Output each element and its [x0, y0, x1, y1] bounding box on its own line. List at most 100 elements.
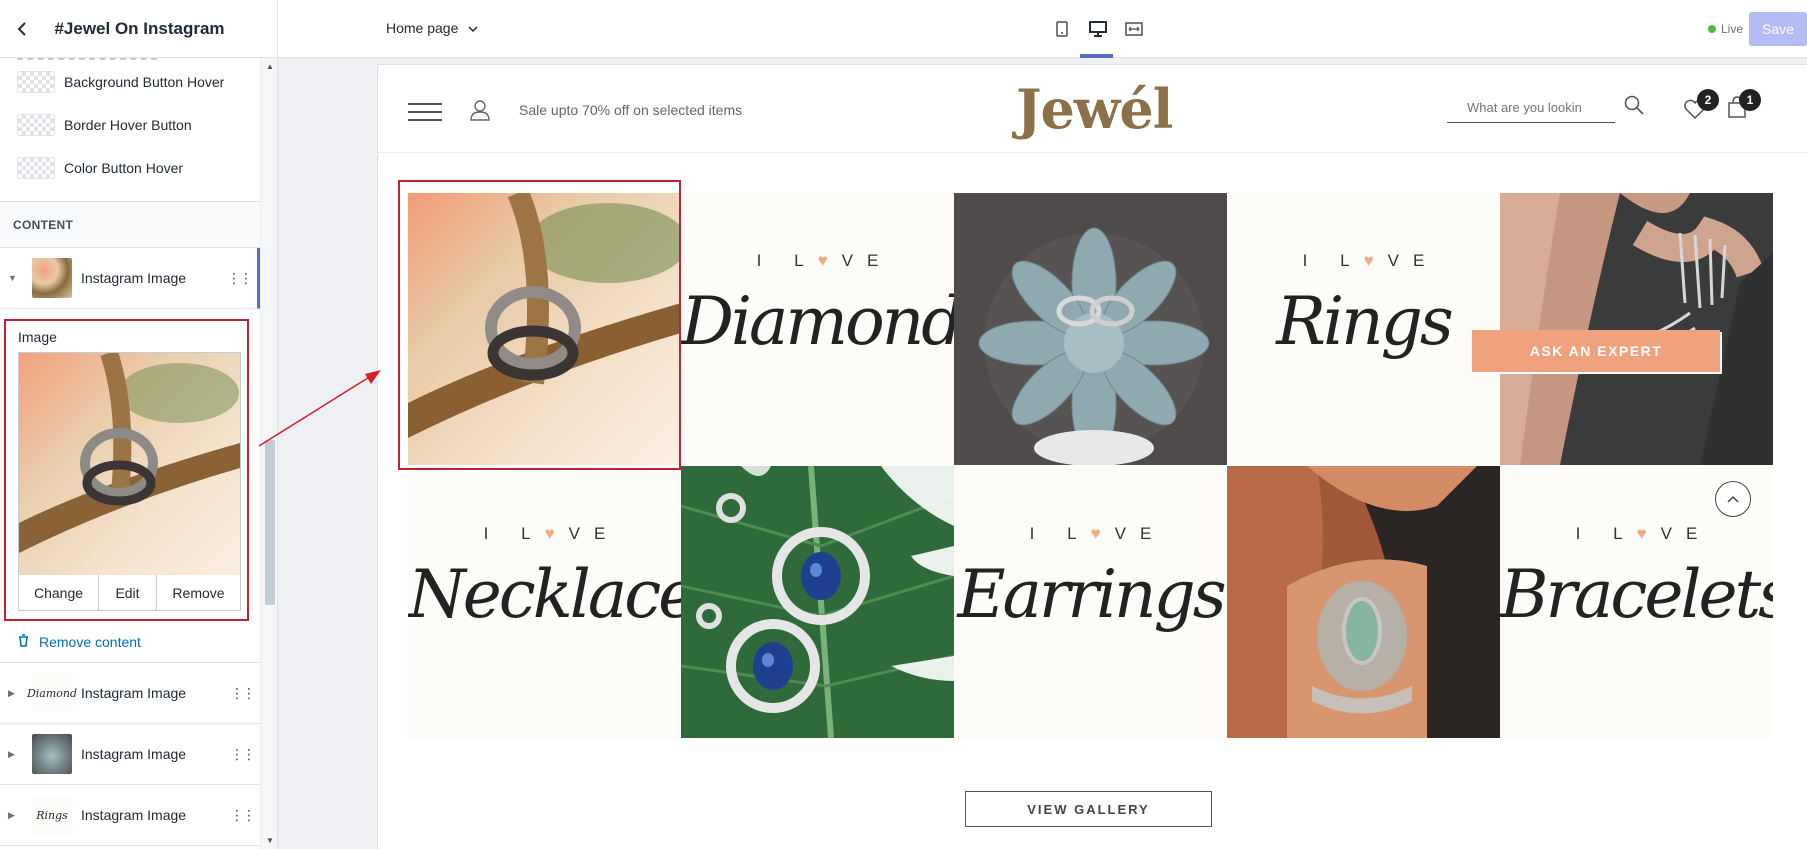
block-thumbnail: [32, 734, 72, 774]
chevron-down-icon: [468, 20, 478, 36]
block-instagram-image-active[interactable]: ▼ Instagram Image ⋮⋮: [0, 248, 260, 309]
color-swatch[interactable]: [17, 70, 55, 93]
remove-content-label: Remove content: [39, 633, 141, 650]
heart-icon: ♥: [817, 251, 828, 270]
pointer-arrow-icon: [258, 370, 381, 447]
scroll-down-icon[interactable]: ▼: [266, 836, 274, 845]
setting-background-button-hover[interactable]: Background Button Hover: [0, 60, 260, 103]
setting-color-button-hover[interactable]: Color Button Hover: [0, 146, 260, 189]
fullscreen-view-icon[interactable]: [1124, 18, 1144, 40]
drag-handle-icon[interactable]: ⋮⋮: [227, 270, 253, 287]
setting-label: Background Button Hover: [64, 73, 225, 90]
heart-icon: ♥: [1363, 251, 1374, 270]
instagram-tile-earrings[interactable]: I L♥ VE Earrings: [954, 466, 1227, 738]
viewport-switcher: [1052, 18, 1144, 40]
live-dot-icon: [1708, 25, 1716, 33]
i-love-heading: I L♥ VE: [1029, 524, 1166, 543]
setting-label: Color Button Hover: [64, 159, 184, 176]
drag-handle-icon[interactable]: ⋮⋮: [230, 746, 256, 763]
sidebar-title: #Jewel On Instagram: [54, 18, 225, 38]
edit-image-button[interactable]: Edit: [99, 575, 157, 610]
sidebar-header: #Jewel On Instagram: [0, 0, 277, 58]
image-picker: Image Change Edit Remove: [4, 319, 249, 621]
color-swatch[interactable]: [17, 156, 55, 179]
i-love-heading: I L♥ VE: [1302, 251, 1439, 270]
view-gallery-button[interactable]: VIEW GALLERY: [965, 791, 1212, 827]
block-thumbnail: Rings: [32, 795, 72, 835]
store-logo[interactable]: Jewél: [1016, 77, 1173, 141]
chevron-down-icon[interactable]: ▼: [8, 273, 22, 283]
instagram-tile-rings[interactable]: I L♥ VE Rings: [1227, 193, 1500, 465]
menu-icon[interactable]: [408, 103, 442, 127]
drag-handle-icon[interactable]: ⋮⋮: [230, 807, 256, 824]
tile-script-word: Bracelets: [1500, 556, 1773, 633]
remove-image-button[interactable]: Remove: [157, 575, 240, 610]
site-header: Sale upto 70% off on selected items Jewé…: [378, 65, 1807, 153]
i-love-heading: I L♥ VE: [756, 251, 893, 270]
i-love-heading: I L♥ VE: [483, 524, 620, 543]
block-thumbnail: [32, 258, 72, 298]
instagram-tile-sapphire-earrings-on-leaf[interactable]: [681, 466, 954, 738]
block-instagram-image[interactable]: ▶ Diamond Instagram Image ⋮⋮: [0, 663, 260, 724]
save-button[interactable]: Save: [1749, 12, 1807, 46]
tile-script-word: Diamond: [681, 283, 954, 360]
search-input[interactable]: [1447, 100, 1607, 115]
block-label: Instagram Image: [81, 807, 187, 823]
mobile-view-icon[interactable]: [1052, 18, 1072, 40]
instagram-tile-wrist-stone-bracelet[interactable]: [1227, 466, 1500, 738]
section-heading-content: CONTENT: [0, 202, 260, 248]
tile-script-word: Necklaces: [408, 556, 681, 633]
promo-text: Sale upto 70% off on selected items: [519, 102, 743, 118]
account-icon[interactable]: [470, 99, 490, 126]
sidebar-scrollbar[interactable]: ▲ ▼: [260, 58, 277, 849]
color-swatch[interactable]: [17, 113, 55, 136]
trash-icon: [18, 633, 29, 650]
heart-icon: ♥: [544, 524, 555, 543]
search-field[interactable]: [1447, 99, 1615, 123]
change-image-button[interactable]: Change: [19, 575, 99, 610]
live-status: Live: [1708, 22, 1743, 36]
scroll-up-icon[interactable]: ▲: [266, 62, 274, 71]
setting-border-hover-button[interactable]: Border Hover Button: [0, 103, 260, 146]
image-preview: [18, 350, 241, 575]
scroll-to-top-button[interactable]: [1715, 481, 1751, 517]
image-picker-label: Image: [18, 329, 57, 345]
scrollbar-thumb[interactable]: [265, 440, 275, 605]
back-icon[interactable]: [12, 19, 32, 39]
chevron-right-icon[interactable]: ▶: [8, 749, 22, 760]
search-icon[interactable]: [1624, 95, 1644, 120]
image-actions: Change Edit Remove: [18, 574, 241, 611]
block-label: Instagram Image: [81, 270, 187, 286]
instagram-tile-necklaces[interactable]: I L♥VE Necklaces: [408, 466, 681, 738]
storefront-preview: Sale upto 70% off on selected items Jewé…: [378, 65, 1807, 849]
editor-topbar: Home page Live Save: [278, 0, 1807, 58]
sidebar: #Jewel On Instagram Background Button Ho…: [0, 0, 278, 849]
block-label: Instagram Image: [81, 685, 187, 701]
block-instagram-image[interactable]: ▶ Rings Instagram Image ⋮⋮: [0, 785, 260, 846]
live-label: Live: [1721, 22, 1744, 36]
tile-script-word: Rings: [1276, 283, 1453, 360]
chevron-right-icon[interactable]: ▶: [8, 688, 22, 699]
chevron-right-icon[interactable]: ▶: [8, 810, 22, 821]
sidebar-content: Background Button Hover Border Hover But…: [0, 58, 260, 849]
instagram-tile-diamond[interactable]: I L♥ VE Diamond: [681, 193, 954, 465]
remove-content-link[interactable]: Remove content: [0, 621, 260, 663]
page-selector[interactable]: Home page: [386, 20, 478, 36]
theme-editor: #Jewel On Instagram Background Button Ho…: [0, 0, 1807, 849]
desktop-view-icon[interactable]: [1088, 18, 1108, 40]
ask-an-expert-button[interactable]: ASK AN EXPERT: [1472, 330, 1720, 372]
wishlist-count-badge: 2: [1697, 89, 1719, 111]
heart-icon: ♥: [1636, 524, 1647, 543]
instagram-tile-rings-on-succulent[interactable]: [954, 193, 1227, 465]
drag-handle-icon[interactable]: ⋮⋮: [230, 685, 256, 702]
heart-icon: ♥: [1090, 524, 1101, 543]
block-thumbnail: Diamond: [27, 673, 77, 713]
block-instagram-image[interactable]: ▶ Instagram Image ⋮⋮: [0, 724, 260, 785]
instagram-tile-skeleton-hand-bracelet[interactable]: [1500, 193, 1773, 465]
chevron-up-icon: [1727, 490, 1739, 508]
tile-script-word: Earrings: [957, 556, 1226, 633]
selected-block-highlight: [398, 180, 681, 470]
block-label: Instagram Image: [81, 746, 187, 762]
i-love-heading: I L♥ VE: [1575, 524, 1712, 543]
setting-label: Border Hover Button: [64, 116, 192, 133]
